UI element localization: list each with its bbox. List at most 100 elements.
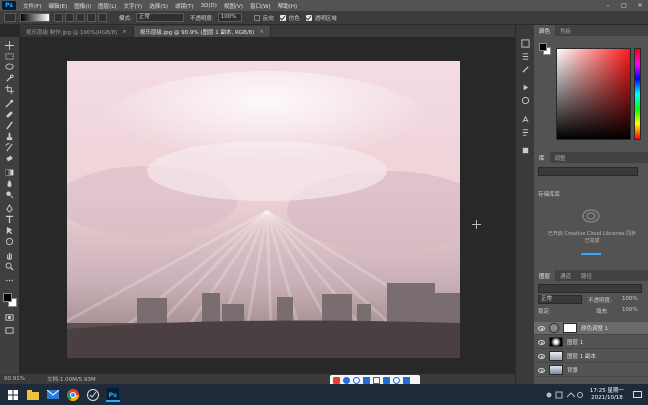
layer-row[interactable]: 颜色调整 1 xyxy=(534,322,648,335)
windows-start-icon[interactable] xyxy=(6,388,20,402)
reverse-checkbox[interactable] xyxy=(253,14,260,21)
system-clock[interactable]: 17:25 星期一 2021/10/18 xyxy=(590,388,624,402)
tab-close-icon[interactable]: × xyxy=(259,29,264,35)
quick-mask-icon[interactable] xyxy=(4,313,15,322)
fill-value[interactable]: 100% xyxy=(622,307,638,313)
close-icon[interactable]: ✕ xyxy=(632,2,648,9)
file-explorer-icon[interactable] xyxy=(26,388,40,402)
tab-swatches[interactable]: 色板 xyxy=(555,25,576,36)
chrome-icon[interactable] xyxy=(66,388,80,402)
tab-document-1[interactable]: 视乐层级 制作.jpg @ 100%(RGB/8) × xyxy=(20,26,134,37)
actions-panel-icon[interactable] xyxy=(521,83,530,92)
notification-icon[interactable] xyxy=(630,388,644,402)
menu-view[interactable]: 视图(V) xyxy=(224,2,243,10)
image-canvas[interactable] xyxy=(67,61,460,358)
more-tools-icon[interactable] xyxy=(4,276,15,285)
photoshop-taskbar-icon[interactable]: Ps xyxy=(106,387,120,402)
eyedropper-tool-icon[interactable] xyxy=(4,99,15,108)
ime-voice-icon[interactable] xyxy=(363,377,370,384)
ime-punctuation-icon[interactable] xyxy=(353,377,360,384)
brush-settings-icon[interactable] xyxy=(521,65,530,74)
tab-layers[interactable]: 图层 xyxy=(534,270,556,281)
blur-tool-icon[interactable] xyxy=(4,179,15,188)
brush-tool-icon[interactable] xyxy=(4,121,15,130)
layer-name[interactable]: 图层 1 xyxy=(567,338,583,346)
history-panel-icon[interactable] xyxy=(521,39,530,48)
dither-checkbox[interactable] xyxy=(279,14,286,21)
tab-libraries[interactable]: 库 xyxy=(534,152,550,163)
move-tool-icon[interactable] xyxy=(4,41,15,50)
color-picker-field[interactable] xyxy=(556,48,631,140)
lasso-tool-icon[interactable] xyxy=(4,63,15,72)
menu-help[interactable]: 帮助(H) xyxy=(278,2,297,10)
browser-icon[interactable] xyxy=(86,388,100,402)
pen-tool-icon[interactable] xyxy=(4,204,15,213)
menu-3d[interactable]: 3D(D) xyxy=(201,3,217,9)
character-panel-icon[interactable] xyxy=(521,115,530,124)
shape-tool-icon[interactable] xyxy=(4,237,15,246)
tab-close-icon[interactable]: × xyxy=(122,29,127,35)
linear-gradient-button[interactable] xyxy=(54,13,63,22)
mode-select[interactable]: 正常 xyxy=(135,13,184,22)
screen-mode-icon[interactable] xyxy=(4,326,15,335)
layer-mask-thumbnail[interactable] xyxy=(563,323,577,333)
reflected-gradient-button[interactable] xyxy=(87,13,96,22)
visibility-eye-icon[interactable] xyxy=(538,353,545,359)
path-select-tool-icon[interactable] xyxy=(4,226,15,235)
menu-select[interactable]: 选择(S) xyxy=(149,2,168,10)
tab-paths[interactable]: 路径 xyxy=(576,270,597,281)
marquee-tool-icon[interactable] xyxy=(4,52,15,61)
zoom-level[interactable]: 90.91% xyxy=(4,376,25,382)
library-search-input[interactable] xyxy=(538,167,638,176)
tab-color[interactable]: 颜色 xyxy=(534,25,556,36)
menu-window[interactable]: 窗口(W) xyxy=(250,2,271,10)
quick-select-tool-icon[interactable] xyxy=(4,74,15,83)
eraser-tool-icon[interactable] xyxy=(4,154,15,163)
menu-edit[interactable]: 编辑(E) xyxy=(48,2,67,10)
dodge-tool-icon[interactable] xyxy=(4,190,15,199)
type-tool-icon[interactable] xyxy=(4,215,15,224)
radial-gradient-button[interactable] xyxy=(65,13,74,22)
visibility-eye-icon[interactable] xyxy=(538,339,545,345)
mail-icon[interactable] xyxy=(46,388,60,402)
restore-icon[interactable]: □ xyxy=(616,2,632,9)
layer-name[interactable]: 背景 xyxy=(567,366,578,374)
layer-opacity-value[interactable]: 100% xyxy=(622,296,638,302)
hue-slider[interactable] xyxy=(634,48,641,140)
foreground-color-swatch[interactable] xyxy=(3,293,12,302)
layer-name[interactable]: 图层 1 副本 xyxy=(567,352,596,360)
menu-image[interactable]: 图像(I) xyxy=(74,2,91,10)
layer-name[interactable]: 颜色调整 1 xyxy=(581,324,608,332)
system-tray-icons[interactable] xyxy=(544,388,584,402)
blend-mode-select[interactable]: 正常 xyxy=(538,295,582,304)
tool-preset-picker[interactable] xyxy=(4,13,16,22)
diamond-gradient-button[interactable] xyxy=(98,13,107,22)
sogou-logo-icon[interactable] xyxy=(333,377,340,384)
tab-document-2[interactable]: 视乐层级.jpg @ 90.9% (图层 1 副本, RGB/8) × xyxy=(133,26,271,37)
menu-type[interactable]: 文字(Y) xyxy=(124,2,143,10)
healing-tool-icon[interactable] xyxy=(4,110,15,119)
layer-row[interactable]: 图层 1 xyxy=(534,336,648,349)
tab-adjustments[interactable]: 调整 xyxy=(550,152,571,163)
zoom-tool-icon[interactable] xyxy=(4,262,15,271)
menu-layer[interactable]: 图层(L) xyxy=(98,2,116,10)
transparency-checkbox[interactable] xyxy=(305,14,312,21)
ime-settings-icon[interactable] xyxy=(393,377,400,384)
adjustments-panel-icon[interactable] xyxy=(521,96,530,105)
layer-row[interactable]: 背景 xyxy=(534,364,648,377)
ime-keyboard-icon[interactable] xyxy=(373,377,380,384)
layer-filter-bar[interactable] xyxy=(538,284,642,293)
gradient-picker[interactable] xyxy=(20,13,50,22)
layer-row[interactable]: 图层 1 副本 xyxy=(534,350,648,363)
angle-gradient-button[interactable] xyxy=(76,13,85,22)
ime-toolbox-icon[interactable] xyxy=(403,377,410,384)
menu-file[interactable]: 文件(F) xyxy=(23,2,41,10)
crop-tool-icon[interactable] xyxy=(4,85,15,94)
hand-tool-icon[interactable] xyxy=(4,251,15,260)
panel-foreground-swatch[interactable] xyxy=(539,43,547,51)
library-name[interactable]: 存储库库 xyxy=(538,190,560,198)
properties-panel-icon[interactable] xyxy=(521,52,530,61)
menu-filter[interactable]: 滤镜(T) xyxy=(175,2,194,10)
gradient-tool-icon[interactable] xyxy=(4,168,15,177)
history-brush-tool-icon[interactable] xyxy=(4,143,15,152)
